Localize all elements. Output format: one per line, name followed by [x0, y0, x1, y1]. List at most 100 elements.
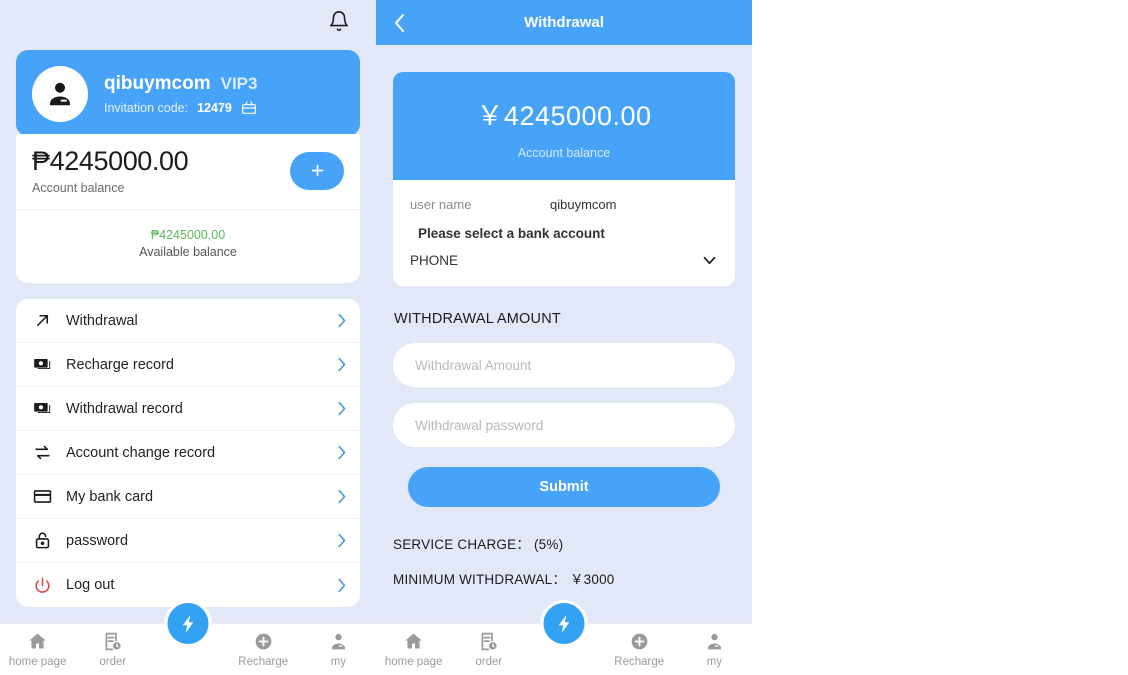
home-icon [29, 633, 46, 649]
banknote-icon [32, 399, 52, 419]
menu-item-label: password [66, 532, 129, 549]
account-balance-main: ₱4245000.00 Account balance [32, 146, 189, 195]
available-balance-label: Available balance [139, 245, 237, 259]
profile-name-row: qibuymcom VIP3 [104, 73, 257, 95]
tab-home-page[interactable]: home page [0, 624, 75, 668]
exchange-arrows-icon [32, 443, 52, 463]
username-label: user name [410, 197, 472, 212]
tab-label: home page [384, 656, 443, 668]
menu-item-label: Withdrawal record [66, 400, 183, 417]
tab-recharge[interactable]: Recharge [226, 624, 301, 668]
tab-my[interactable]: my [301, 624, 376, 668]
withdrawal-balance-amount: ￥4245000.00 [476, 101, 652, 131]
profile-panel: qibuymcom VIP3 Invitation code: 12479 ₱4… [0, 0, 376, 675]
invitation-code: 12479 [197, 100, 232, 115]
bank-select-title: Please select a bank account [418, 226, 605, 241]
service-charge-note: SERVICE CHARGE： (5%) [393, 537, 564, 552]
menu-item-withdrawal[interactable]: Withdrawal [16, 299, 360, 343]
withdrawal-balance-label: Account balance [517, 146, 611, 160]
available-balance-amount: ₱4245000.00 [150, 228, 226, 242]
avatar [32, 66, 88, 122]
plus-circle-icon [631, 633, 648, 650]
available-balance-card: ₱4245000.00 Available balance [16, 209, 360, 283]
menu-item-label: My bank card [66, 488, 154, 505]
menu-item-recharge-record[interactable]: Recharge record [16, 343, 360, 387]
account-balance-label: Account balance [32, 181, 125, 195]
tab-home-page[interactable]: home page [376, 624, 451, 668]
banknote-icon [32, 355, 52, 375]
menu-item-password[interactable]: password [16, 519, 360, 563]
chevron-right-icon [338, 445, 346, 460]
credit-card-icon [32, 487, 52, 507]
page-title: Withdrawal [524, 14, 604, 31]
person-icon [707, 633, 721, 650]
account-balance-card: ₱4245000.00 Account balance [16, 134, 360, 209]
minimum-withdrawal-note: MINIMUM WITHDRAWAL： ￥3000 [393, 572, 615, 587]
chevron-right-icon [338, 533, 346, 548]
lightning-bolt-icon [558, 614, 570, 633]
tab-label: order [475, 656, 503, 668]
tab-order[interactable]: order [451, 624, 526, 668]
tab-label: my [706, 656, 723, 668]
profile-card: qibuymcom VIP3 Invitation code: 12479 [16, 50, 360, 136]
bank-account-selected-value: PHONE [410, 253, 459, 268]
add-funds-button[interactable] [290, 151, 344, 190]
withdrawal-header: Withdrawal [376, 0, 752, 45]
bottom-tabbar-right: home page order Recharge my [376, 600, 752, 675]
bell-icon[interactable] [328, 10, 350, 34]
withdrawal-amount-section-label: WITHDRAWAL AMOUNT [394, 311, 561, 327]
withdrawal-account-form: user name qibuymcom Please select a bank… [393, 180, 735, 286]
power-off-icon [32, 575, 52, 595]
person-icon [331, 633, 345, 650]
menu-item-label: Log out [66, 577, 115, 593]
chevron-right-icon [338, 313, 346, 328]
menu-item-label: Recharge record [66, 356, 174, 373]
withdrawal-amount-input[interactable] [393, 343, 735, 387]
lightning-fab-button-left[interactable] [164, 600, 212, 647]
submit-button[interactable]: Submit [408, 467, 720, 507]
username: qibuymcom [104, 73, 211, 94]
tab-label: home page [8, 656, 67, 668]
withdrawal-account-card: ￥4245000.00 Account balance user name qi… [393, 72, 735, 286]
app-screen: qibuymcom VIP3 Invitation code: 12479 ₱4… [0, 0, 1128, 675]
menu-item-account-change-record[interactable]: Account change record [16, 431, 360, 475]
chevron-right-icon [338, 357, 346, 372]
lock-icon [32, 531, 52, 551]
tab-my[interactable]: my [677, 624, 752, 668]
invitation-row: Invitation code: 12479 [104, 100, 257, 115]
menu-item-withdrawal-record[interactable]: Withdrawal record [16, 387, 360, 431]
menu-item-label: Withdrawal [66, 312, 138, 329]
profile-menu: Withdrawal Recharge record Withdrawal re… [16, 299, 360, 607]
tab-recharge[interactable]: Recharge [602, 624, 677, 668]
chevron-left-icon[interactable] [394, 13, 406, 33]
chevron-right-icon [338, 578, 346, 592]
lightning-fab-button-right[interactable] [540, 600, 588, 647]
gift-copy-icon[interactable] [241, 100, 257, 115]
tab-order[interactable]: order [75, 624, 150, 668]
tab-label: order [99, 656, 127, 668]
menu-item-label: Account change record [66, 444, 216, 461]
user-avatar-icon [50, 82, 70, 106]
account-balance-amount: ₱4245000.00 [32, 146, 189, 176]
invitation-label: Invitation code: [104, 100, 189, 115]
tab-label: my [330, 656, 347, 668]
bank-account-select[interactable]: PHONE [410, 251, 718, 270]
menu-item-my-bank-card[interactable]: My bank card [16, 475, 360, 519]
lightning-bolt-icon [182, 614, 194, 633]
plus-icon [311, 164, 323, 177]
username-value: qibuymcom [550, 197, 617, 212]
profile-topbar [0, 0, 376, 44]
chevron-right-icon [338, 489, 346, 504]
tab-label: Recharge [238, 656, 289, 668]
order-clock-icon [105, 632, 121, 651]
chevron-down-icon [703, 256, 716, 265]
tab-label: Recharge [614, 656, 665, 668]
plus-circle-icon [255, 633, 272, 650]
arrow-up-right-icon [32, 311, 52, 331]
username-row: user name qibuymcom [410, 194, 718, 222]
withdrawal-password-input[interactable] [393, 403, 735, 447]
withdrawal-panel: Withdrawal ￥4245000.00 Account balance u… [376, 0, 752, 675]
chevron-right-icon [338, 401, 346, 416]
withdrawal-balance-block: ￥4245000.00 Account balance [393, 72, 735, 180]
home-icon [405, 633, 422, 649]
